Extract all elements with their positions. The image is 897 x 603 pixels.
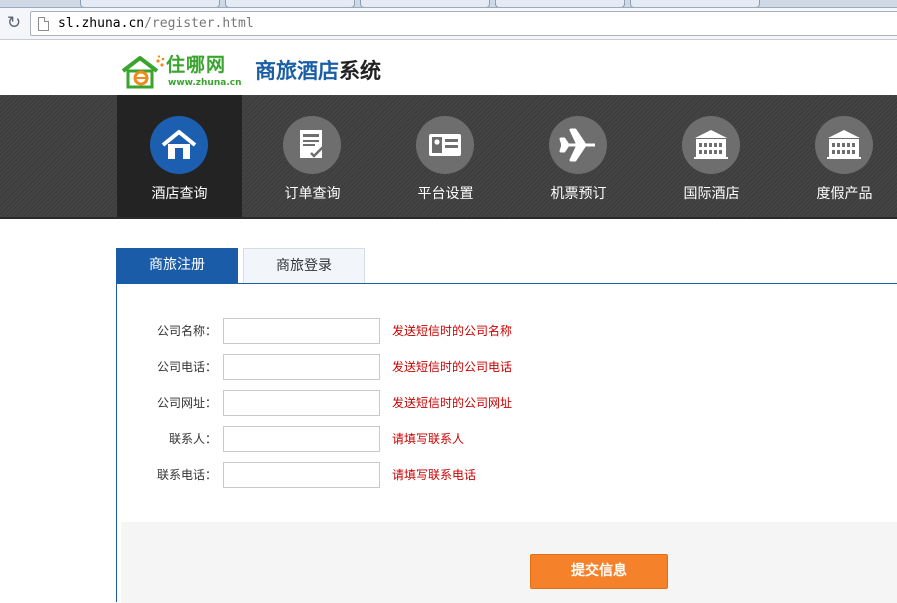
logo-text: 住哪网 — [166, 54, 227, 76]
browser-tab[interactable] — [80, 0, 220, 7]
nav-label: 度假产品 — [816, 186, 873, 202]
nav-item-international-hotel[interactable]: 国际酒店 — [649, 95, 774, 217]
logo-house-icon — [121, 55, 165, 89]
nav-item-hotel-search[interactable]: 酒店查询 — [117, 95, 242, 217]
form-row-contact-phone: 联系电话： 请填写联系电话 — [117, 462, 897, 488]
url-text[interactable]: sl.zhuna.cn/register.html — [58, 16, 254, 32]
id-card-icon — [429, 134, 461, 156]
nav-item-vacation-products[interactable]: 度假产品 — [782, 95, 897, 217]
url-host: sl.zhuna.cn — [58, 16, 145, 31]
nav-item-flight-booking[interactable]: 机票预订 — [516, 95, 641, 217]
tab-register[interactable]: 商旅注册 — [116, 248, 238, 283]
form-row-company-website: 公司网址： 发送短信时的公司网址 — [117, 390, 897, 416]
nav-label: 酒店查询 — [151, 186, 208, 202]
company-website-input[interactable] — [223, 390, 380, 416]
field-label: 公司名称： — [156, 324, 217, 338]
building-icon — [827, 130, 861, 159]
order-document-icon — [300, 130, 324, 158]
address-bar[interactable]: sl.zhuna.cn/register.html — [30, 11, 897, 36]
nav-icon-circle — [150, 116, 208, 174]
submit-button[interactable]: 提交信息 — [530, 554, 668, 589]
main-nav: 酒店查询 订单查询 平台设置 机票预订 国际酒店 度假产品 — [0, 95, 897, 219]
reload-icon[interactable]: ↻ — [5, 14, 23, 32]
browser-toolbar: ↻ sl.zhuna.cn/register.html — [0, 8, 897, 40]
field-hint: 请填写联系人 — [392, 432, 465, 446]
system-title-dark: 系统 — [339, 59, 381, 83]
field-label: 联系电话： — [156, 468, 217, 482]
system-title: 商旅酒店系统 — [255, 58, 381, 84]
nav-icon-circle — [283, 116, 341, 174]
field-hint: 发送短信时的公司电话 — [392, 360, 513, 374]
nav-icon-circle — [416, 116, 474, 174]
airplane-icon — [559, 128, 595, 162]
company-name-input[interactable] — [223, 318, 380, 344]
field-label: 公司网址： — [156, 396, 217, 410]
contact-phone-input[interactable] — [223, 462, 380, 488]
field-hint: 发送短信时的公司网址 — [392, 396, 513, 410]
form-row-contact-person: 联系人： 请填写联系人 — [117, 426, 897, 452]
nav-icon-circle — [682, 116, 740, 174]
field-label: 联系人： — [168, 432, 217, 446]
browser-tab[interactable] — [225, 0, 355, 7]
nav-item-order-search[interactable]: 订单查询 — [250, 95, 375, 217]
hotel-house-icon — [161, 130, 197, 159]
company-phone-input[interactable] — [223, 354, 380, 380]
browser-tab[interactable] — [495, 0, 625, 7]
site-logo[interactable]: 住哪网 www.zhuna.cn 商旅酒店系统 — [120, 52, 520, 92]
nav-label: 国际酒店 — [683, 186, 740, 202]
browser-tab[interactable] — [360, 0, 490, 7]
contact-person-input[interactable] — [223, 426, 380, 452]
field-label: 公司电话： — [156, 360, 217, 374]
tab-login[interactable]: 商旅登录 — [243, 248, 365, 283]
nav-label: 订单查询 — [284, 186, 341, 202]
building-icon — [694, 130, 728, 159]
url-path: /register.html — [144, 16, 254, 31]
page-icon — [38, 17, 49, 31]
nav-icon-circle — [549, 116, 607, 174]
browser-tab[interactable] — [630, 0, 760, 7]
nav-label: 机票预订 — [550, 186, 607, 202]
field-hint: 发送短信时的公司名称 — [392, 324, 513, 338]
browser-tab-strip — [0, 0, 897, 8]
submit-area: 提交信息 — [121, 522, 897, 603]
system-title-blue: 商旅酒店 — [255, 59, 339, 83]
form-row-company-phone: 公司电话： 发送短信时的公司电话 — [117, 354, 897, 380]
nav-icon-circle — [815, 116, 873, 174]
field-hint: 请填写联系电话 — [392, 468, 477, 482]
register-form-panel: 公司名称： 发送短信时的公司名称 公司电话： 发送短信时的公司电话 公司网址： … — [116, 283, 897, 603]
nav-label: 平台设置 — [417, 186, 474, 202]
logo-domain: www.zhuna.cn — [168, 78, 242, 88]
nav-item-platform-settings[interactable]: 平台设置 — [383, 95, 508, 217]
form-row-company-name: 公司名称： 发送短信时的公司名称 — [117, 318, 897, 344]
